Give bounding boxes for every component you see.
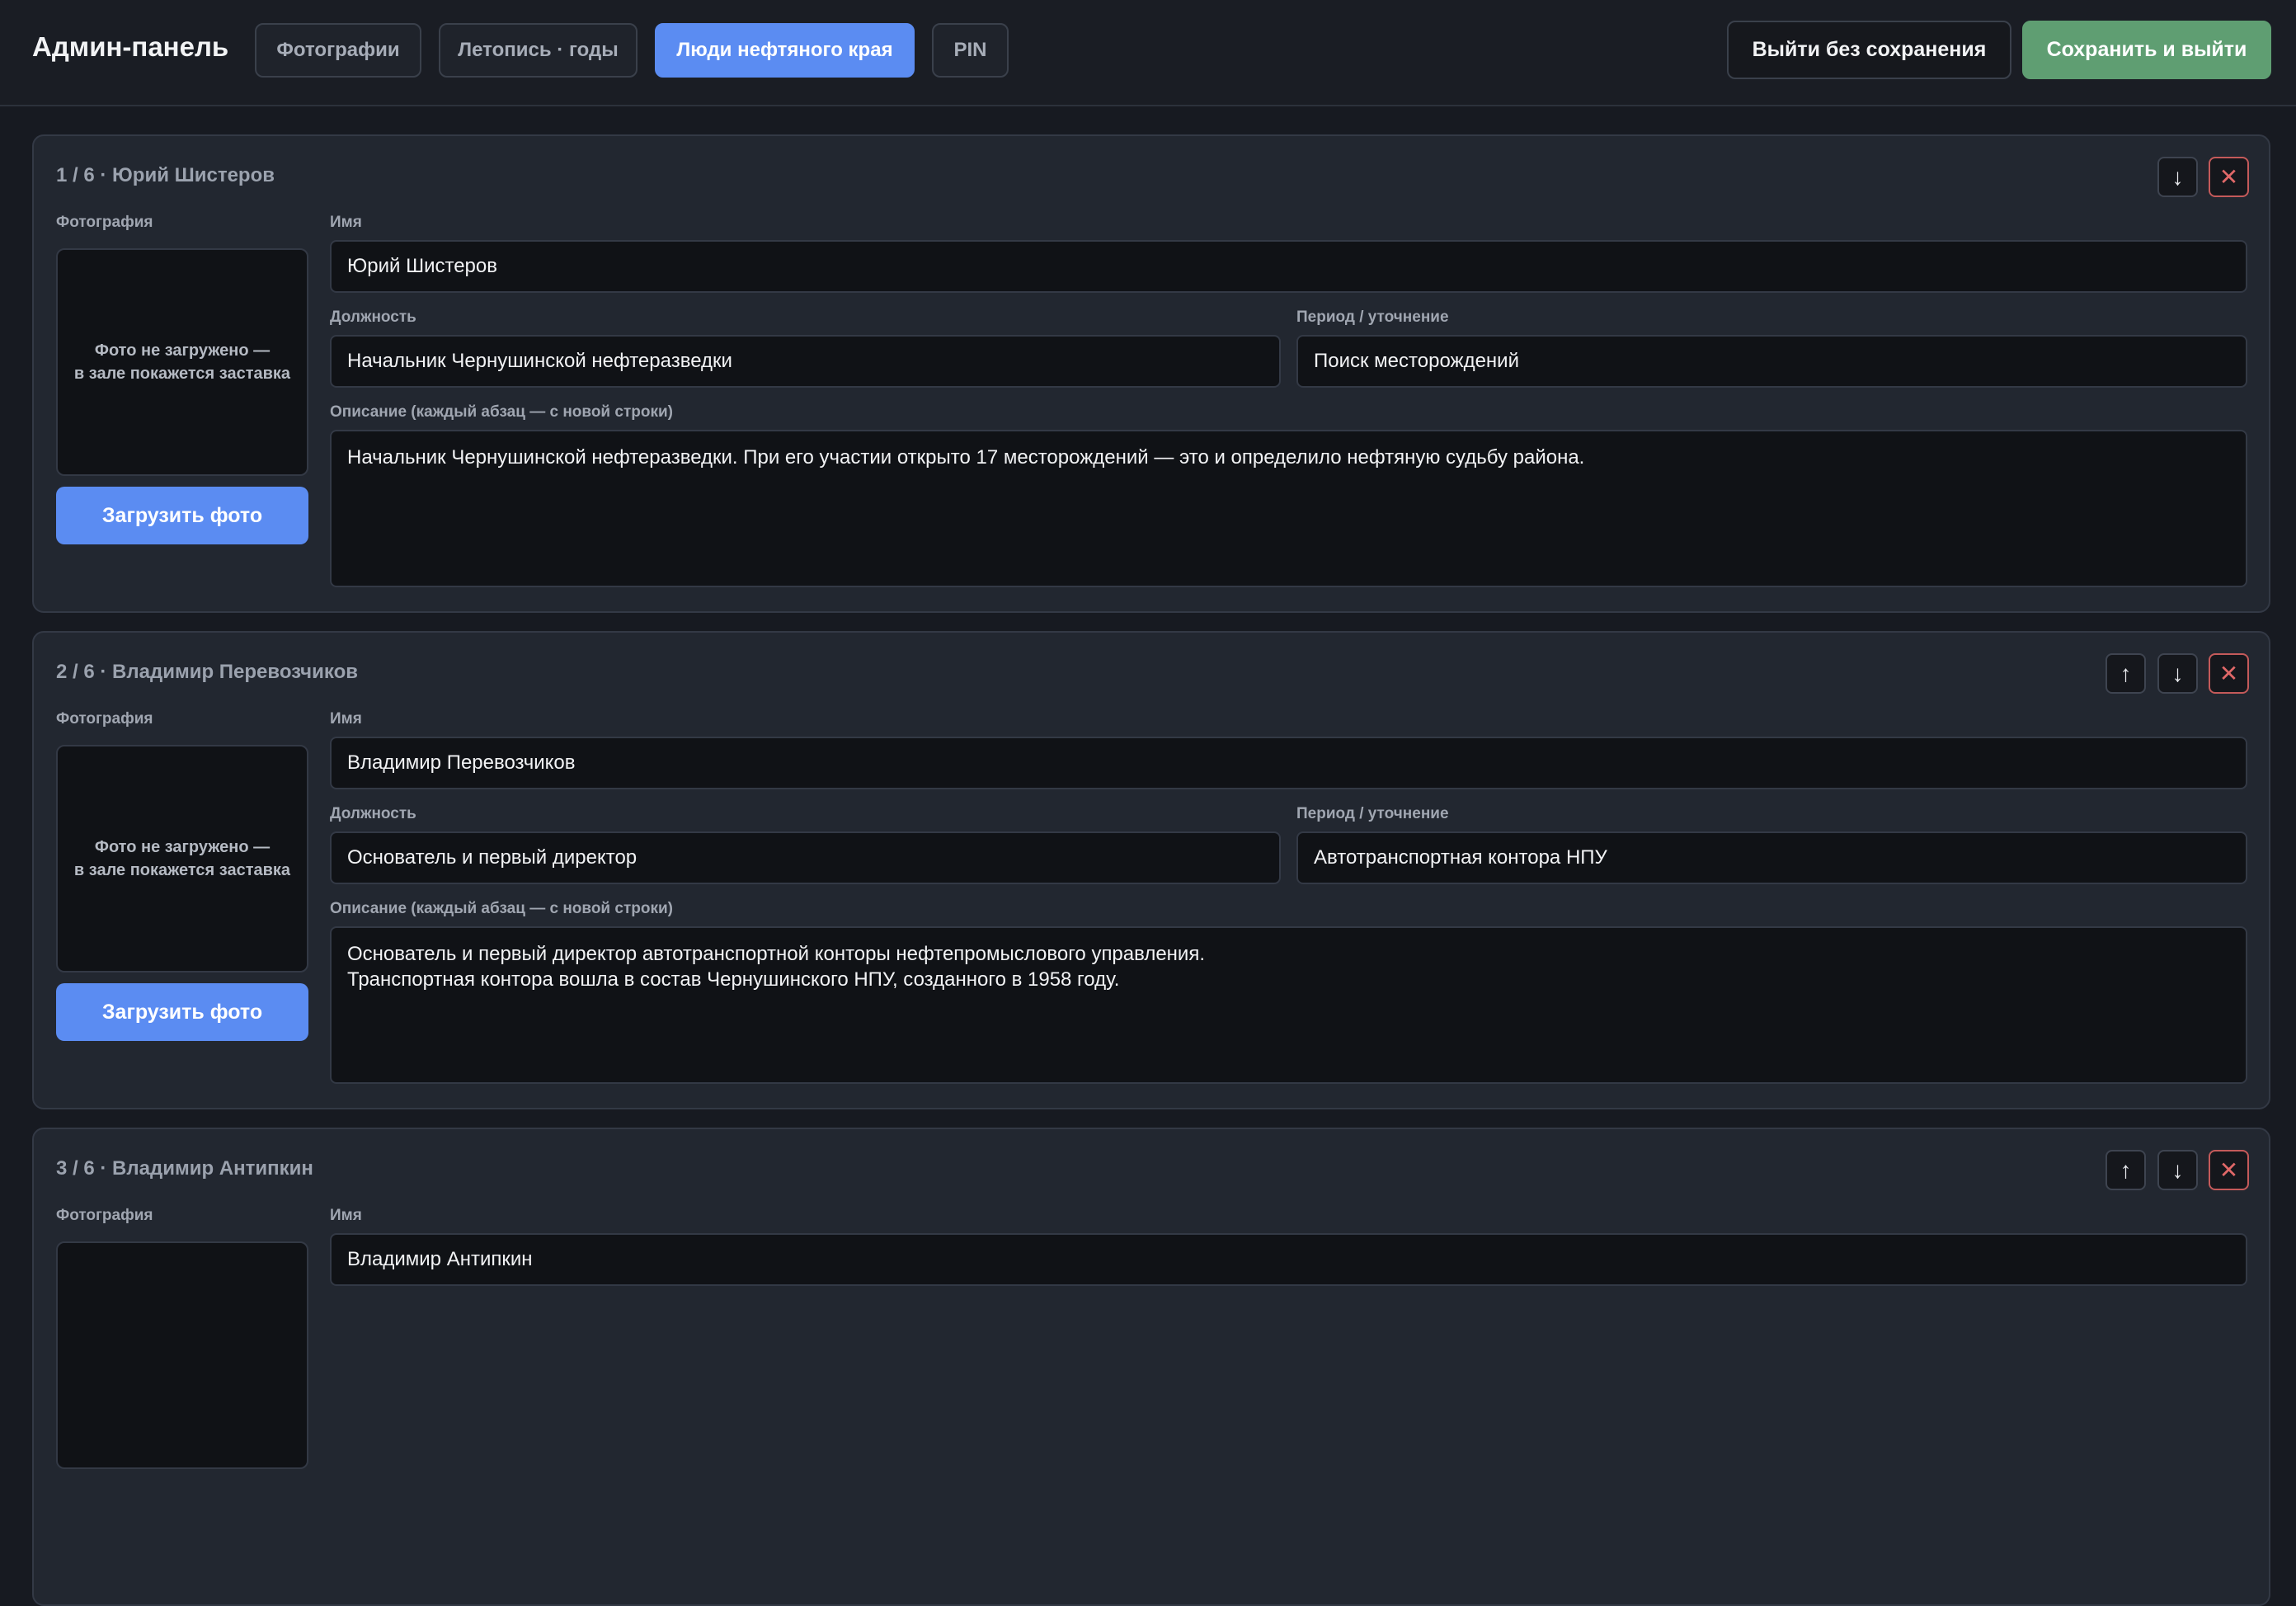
no-photo-text: Фото не загружено — в зале покажется зас… — [73, 341, 291, 383]
arrow-down-icon: ↓ — [2171, 1156, 2184, 1183]
arrow-down-icon: ↓ — [2171, 660, 2184, 686]
description-field[interactable]: Начальник Чернушинской нефтеразведки. Пр… — [330, 430, 2247, 587]
tab-pin[interactable]: PIN — [932, 23, 1009, 78]
top-bar: Админ-панель Фотографии Летопись · годы … — [0, 0, 2296, 106]
period-field[interactable]: Автотранспортная контора НПУ — [1296, 831, 2247, 884]
tab-chronicle-years[interactable]: Летопись · годы — [439, 23, 638, 78]
move-up-button[interactable]: ↑ — [2105, 1150, 2146, 1190]
delete-button[interactable]: ✕ — [2209, 1150, 2249, 1190]
name-label: Имя — [330, 710, 362, 728]
card-title: 2 / 6 · Владимир Перевозчиков — [56, 661, 358, 683]
delete-button[interactable]: ✕ — [2209, 157, 2249, 197]
period-label: Период / уточнение — [1296, 308, 1449, 326]
name-field[interactable]: Юрий Шистеров — [330, 240, 2247, 293]
position-field[interactable]: Начальник Чернушинской нефтеразведки — [330, 335, 1281, 388]
position-label: Должность — [330, 308, 416, 326]
photo-label: Фотография — [56, 1207, 153, 1224]
position-label: Должность — [330, 805, 416, 822]
photo-label: Фотография — [56, 710, 153, 728]
name-label: Имя — [330, 214, 362, 231]
tab-people[interactable]: Люди нефтяного края — [655, 23, 915, 78]
close-icon: ✕ — [2218, 1156, 2239, 1183]
name-field[interactable]: Владимир Перевозчиков — [330, 737, 2247, 789]
upload-photo-button[interactable]: Загрузить фото — [56, 983, 308, 1041]
no-photo-text: Фото не загружено — в зале покажется зас… — [73, 838, 291, 879]
person-card: 1 / 6 · Юрий Шистеров ↓ ✕ Фотография Фот… — [32, 134, 2270, 613]
photo-placeholder: Фото не загружено — в зале покажется зас… — [56, 248, 308, 476]
delete-button[interactable]: ✕ — [2209, 653, 2249, 694]
move-down-button[interactable]: ↓ — [2157, 653, 2198, 694]
move-up-button[interactable]: ↑ — [2105, 653, 2146, 694]
arrow-up-icon: ↑ — [2120, 660, 2132, 686]
close-icon: ✕ — [2218, 163, 2239, 190]
name-label: Имя — [330, 1207, 362, 1224]
person-card: 2 / 6 · Владимир Перевозчиков ↑ ↓ ✕ Фото… — [32, 631, 2270, 1109]
photo-placeholder — [56, 1241, 308, 1469]
close-icon: ✕ — [2218, 660, 2239, 686]
move-down-button[interactable]: ↓ — [2157, 1150, 2198, 1190]
description-label: Описание (каждый абзац — с новой строки) — [330, 900, 673, 917]
name-field[interactable]: Владимир Антипкин — [330, 1233, 2247, 1286]
period-label: Период / уточнение — [1296, 805, 1449, 822]
arrow-down-icon: ↓ — [2171, 163, 2184, 190]
tab-photos[interactable]: Фотографии — [255, 23, 421, 78]
upload-photo-button[interactable]: Загрузить фото — [56, 487, 308, 544]
arrow-up-icon: ↑ — [2120, 1156, 2132, 1183]
save-and-exit-button[interactable]: Сохранить и выйти — [2022, 21, 2271, 79]
photo-placeholder: Фото не загружено — в зале покажется зас… — [56, 745, 308, 973]
exit-without-saving-button[interactable]: Выйти без сохранения — [1727, 21, 2011, 79]
description-field[interactable]: Основатель и первый директор автотранспо… — [330, 926, 2247, 1084]
position-field[interactable]: Основатель и первый директор — [330, 831, 1281, 884]
photo-label: Фотография — [56, 214, 153, 231]
period-field[interactable]: Поиск месторождений — [1296, 335, 2247, 388]
description-label: Описание (каждый абзац — с новой строки) — [330, 403, 673, 421]
card-title: 1 / 6 · Юрий Шистеров — [56, 164, 275, 186]
page-title: Админ-панель — [32, 31, 229, 62]
move-down-button[interactable]: ↓ — [2157, 157, 2198, 197]
person-card: 3 / 6 · Владимир Антипкин ↑ ↓ ✕ Фотограф… — [32, 1128, 2270, 1606]
card-title: 3 / 6 · Владимир Антипкин — [56, 1157, 313, 1180]
